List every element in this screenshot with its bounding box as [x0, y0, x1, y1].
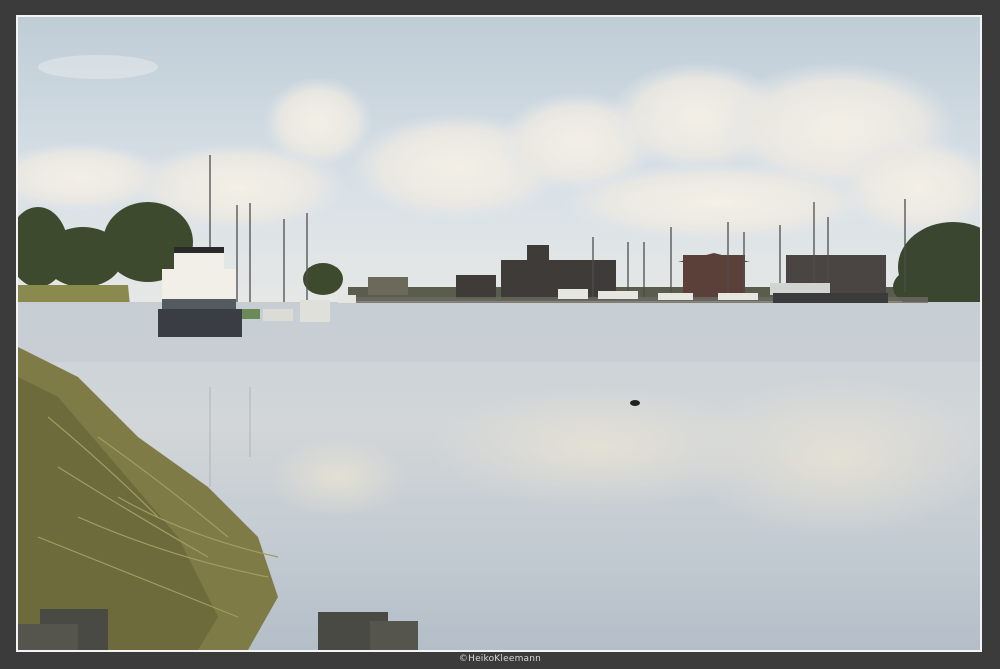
harbor-photo — [16, 15, 982, 652]
photo-frame: ©HeikoKleemann — [0, 0, 1000, 669]
water-bird — [630, 400, 640, 406]
harbor-scene — [18, 17, 980, 650]
photo-credit: ©HeikoKleemann — [458, 654, 542, 664]
